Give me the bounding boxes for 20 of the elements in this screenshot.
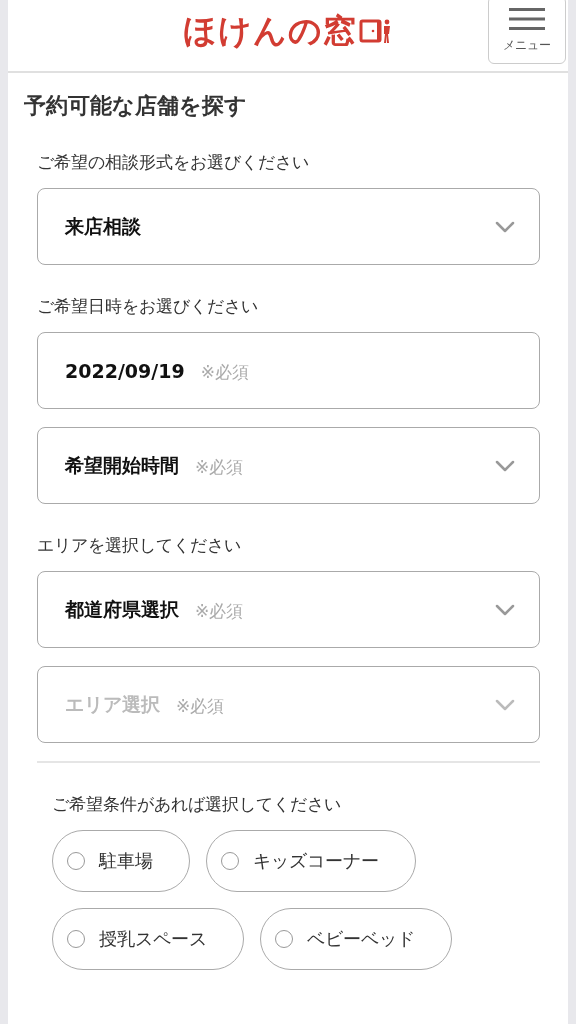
chevron-down-icon (495, 603, 515, 616)
menu-icon (509, 6, 545, 31)
option-chip[interactable]: キッズコーナー (206, 830, 416, 892)
section-label: ご希望日時をお選びください (37, 295, 259, 318)
logo-text: ほけんの窓 (183, 10, 357, 52)
select-field[interactable]: 都道府県選択 ※必須 (37, 571, 540, 648)
option-chip[interactable]: ベビーベッド (260, 908, 452, 970)
option-chip[interactable]: 駐車場 (52, 830, 190, 892)
chevron-down-icon (495, 459, 515, 472)
select-field[interactable]: 希望開始時間 ※必須 (37, 427, 540, 504)
select-field[interactable]: 来店相談 (37, 188, 540, 265)
chevron-down-icon (495, 698, 515, 711)
section-label: エリアを選択してください (37, 534, 242, 557)
chevron-down-icon (495, 220, 515, 233)
page-title: 予約可能な店舗を探す (24, 92, 248, 120)
section-label: ご希望条件があれば選択してください (52, 793, 342, 816)
section-label: ご希望の相談形式をお選びください (37, 151, 310, 174)
option-chip[interactable]: 授乳スペース (52, 908, 244, 970)
date-field[interactable]: 2022/09/19 ※必須 (37, 332, 540, 409)
menu-button[interactable]: メニュー (488, 0, 566, 64)
